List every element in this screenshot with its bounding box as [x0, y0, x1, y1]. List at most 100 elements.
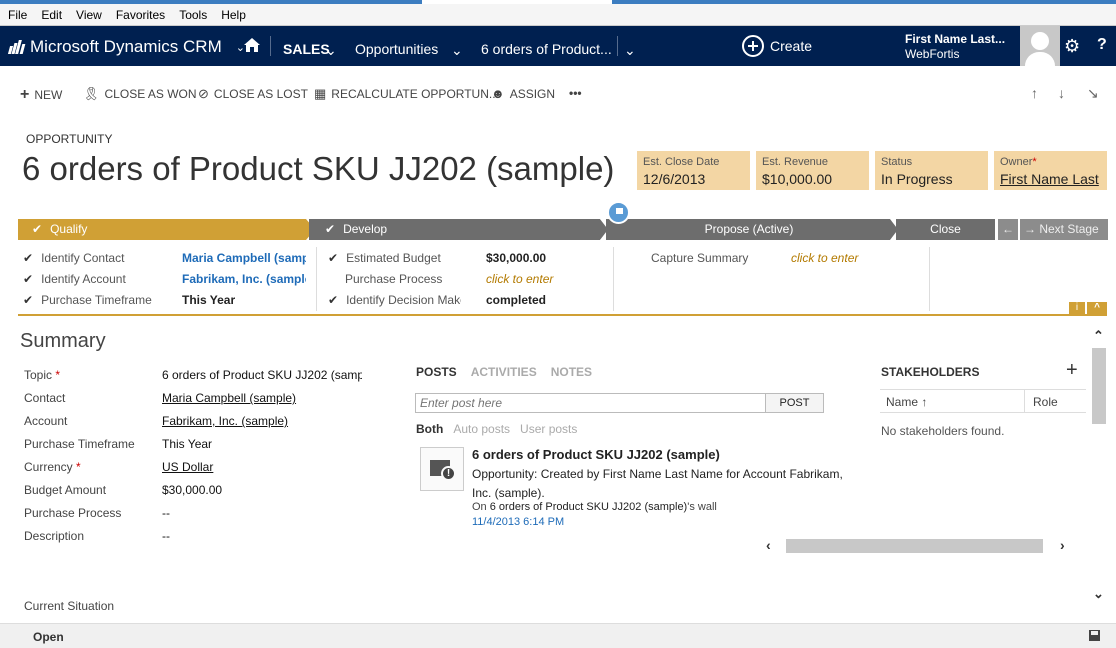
- home-icon[interactable]: [243, 37, 261, 53]
- header-field-value: $10,000.00: [762, 171, 833, 187]
- filter-user-posts[interactable]: User posts: [520, 422, 577, 436]
- plus-icon: +: [20, 86, 30, 103]
- post-title: 6 orders of Product SKU JJ202 (sample): [472, 447, 720, 462]
- arrow-right-icon: →: [1024, 222, 1036, 236]
- more-commands-button[interactable]: •••: [569, 86, 582, 100]
- collapse-chevron-up-icon[interactable]: ^: [1087, 302, 1107, 314]
- tab-notes[interactable]: NOTES: [551, 365, 592, 379]
- scrollbar-thumb[interactable]: [1092, 348, 1106, 424]
- filter-auto-posts[interactable]: Auto posts: [453, 422, 510, 436]
- previous-stage-button[interactable]: ←: [998, 219, 1018, 240]
- tab-posts[interactable]: POSTS: [416, 365, 457, 379]
- menu-help[interactable]: Help: [221, 8, 246, 22]
- post-body: Opportunity: Created by First Name Last …: [472, 467, 843, 500]
- post-input[interactable]: [415, 393, 766, 413]
- check-icon: ✔: [328, 293, 339, 307]
- stage-close[interactable]: Close: [896, 219, 995, 240]
- help-icon[interactable]: ?: [1097, 36, 1107, 54]
- process-step: ✔ Purchase Timeframe: [23, 293, 152, 307]
- save-icon[interactable]: [1089, 630, 1100, 641]
- header-field-status[interactable]: Status In Progress: [875, 151, 988, 190]
- field-value-currency[interactable]: US Dollar: [162, 460, 362, 474]
- recalculate-button[interactable]: ▦ RECALCULATE OPPORTUN...: [314, 86, 499, 102]
- scrollbar-thumb[interactable]: [786, 539, 1043, 553]
- column-header-name[interactable]: Name ↑: [886, 395, 927, 409]
- stage-qualify[interactable]: ✔ Qualify: [18, 219, 307, 240]
- close-as-lost-button[interactable]: ⊘ CLOSE AS LOST: [198, 86, 308, 102]
- stakeholders-title: STAKEHOLDERS: [881, 365, 980, 379]
- new-label: NEW: [34, 88, 63, 102]
- menu-view[interactable]: View: [76, 8, 102, 22]
- create-button[interactable]: Create: [742, 35, 812, 57]
- menu-favorites[interactable]: Favorites: [116, 8, 165, 22]
- field-value-topic[interactable]: 6 orders of Product SKU JJ202 (sample): [162, 368, 362, 382]
- scroll-up-icon[interactable]: ⌃: [1093, 328, 1104, 344]
- menu-file[interactable]: File: [8, 8, 27, 22]
- post-button[interactable]: POST: [765, 393, 824, 413]
- close-as-won-button[interactable]: 🎗 CLOSE AS WON: [83, 86, 197, 102]
- check-icon: ✔: [32, 222, 43, 236]
- user-info[interactable]: First Name Last... WebFortis: [905, 32, 1005, 62]
- field-value-contact[interactable]: Maria Campbell (sample): [162, 391, 362, 405]
- process-step-value[interactable]: Fabrikam, Inc. (sample): [182, 272, 306, 286]
- add-stakeholder-plus-icon[interactable]: +: [1066, 359, 1078, 382]
- nav-area-sales[interactable]: SALES: [283, 41, 330, 57]
- expand-icon[interactable]: ↘: [1087, 85, 1099, 102]
- process-step-value[interactable]: completed: [486, 293, 596, 307]
- process-step-value[interactable]: click to enter: [486, 272, 596, 286]
- field-value-budget-amount[interactable]: $30,000.00: [162, 483, 362, 497]
- gear-icon[interactable]: ⚙: [1064, 36, 1080, 57]
- people-icon: ☻: [491, 86, 505, 101]
- nav-separator: [270, 36, 271, 56]
- process-step: ✔ Identify Contact: [23, 251, 125, 265]
- entity-chevron-down-icon[interactable]: ⌄: [451, 42, 463, 59]
- avatar[interactable]: [1020, 26, 1060, 66]
- process-step-value[interactable]: Maria Campbell (sample): [182, 251, 306, 265]
- scroll-left-icon[interactable]: ‹: [766, 537, 771, 553]
- social-tabs: POSTS ACTIVITIES NOTES: [416, 365, 592, 379]
- menu-edit[interactable]: Edit: [41, 8, 62, 22]
- field-value-purchase-timeframe[interactable]: This Year: [162, 437, 362, 451]
- user-name: First Name Last...: [905, 32, 1006, 46]
- new-button[interactable]: + NEW: [20, 86, 62, 104]
- header-field-owner[interactable]: Owner* First Name Last: [994, 151, 1107, 190]
- process-step: Capture Summary: [651, 251, 749, 265]
- assign-button[interactable]: ☻ ASSIGN: [491, 86, 555, 101]
- next-stage-button[interactable]: → Next Stage: [1020, 219, 1108, 240]
- process-step-value[interactable]: This Year: [182, 293, 306, 307]
- field-value-description[interactable]: --: [162, 529, 362, 543]
- post-wall-link[interactable]: 6 orders of Product SKU JJ202 (sample): [490, 501, 687, 513]
- scroll-down-icon[interactable]: ⌄: [1093, 586, 1104, 602]
- field-value-account[interactable]: Fabrikam, Inc. (sample): [162, 414, 362, 428]
- stage-propose[interactable]: Propose (Active): [606, 219, 892, 240]
- field-value-purchase-process[interactable]: --: [162, 506, 362, 520]
- column-header-role[interactable]: Role: [1024, 390, 1058, 412]
- header-field-revenue[interactable]: Est. Revenue $10,000.00: [756, 151, 869, 190]
- header-field-close-date[interactable]: Est. Close Date 12/6/2013: [637, 151, 750, 190]
- tab-activities[interactable]: ACTIVITIES: [471, 365, 537, 379]
- nav-record[interactable]: 6 orders of Product...: [481, 41, 612, 57]
- app-logo[interactable]: Microsoft Dynamics CRM ⌄: [7, 37, 245, 57]
- next-record-down-arrow-icon[interactable]: ↓: [1058, 85, 1065, 101]
- menu-tools[interactable]: Tools: [179, 8, 207, 22]
- crm-nav-bar: Microsoft Dynamics CRM ⌄ SALES ⌄ Opportu…: [0, 26, 1116, 66]
- field-label-purchase-timeframe: Purchase Timeframe: [24, 437, 135, 451]
- nav-entity-opportunities[interactable]: Opportunities: [355, 41, 438, 57]
- previous-record-up-arrow-icon[interactable]: ↑: [1031, 85, 1038, 101]
- horizontal-scrollbar[interactable]: ‹ ›: [760, 537, 1085, 554]
- field-label-account: Account: [24, 414, 68, 428]
- record-chevron-down-icon[interactable]: ⌄: [624, 42, 636, 59]
- stage-develop[interactable]: ✔ Develop: [309, 219, 600, 240]
- scroll-right-icon[interactable]: ›: [1060, 537, 1065, 553]
- process-step-value[interactable]: click to enter: [791, 251, 901, 265]
- process-step-value[interactable]: $30,000.00: [486, 251, 596, 265]
- stage-label: Develop: [343, 222, 388, 236]
- prohibited-icon: ⊘: [198, 86, 209, 101]
- info-icon[interactable]: i: [1069, 302, 1085, 314]
- filter-both[interactable]: Both: [416, 422, 443, 436]
- post-timestamp[interactable]: 11/4/2013 6:14 PM: [472, 516, 564, 528]
- check-icon: ✔: [23, 293, 34, 307]
- vertical-scrollbar[interactable]: ⌃ ⌄: [1090, 328, 1108, 608]
- area-chevron-down-icon[interactable]: ⌄: [325, 42, 337, 59]
- header-field-label: Owner*: [1000, 156, 1037, 168]
